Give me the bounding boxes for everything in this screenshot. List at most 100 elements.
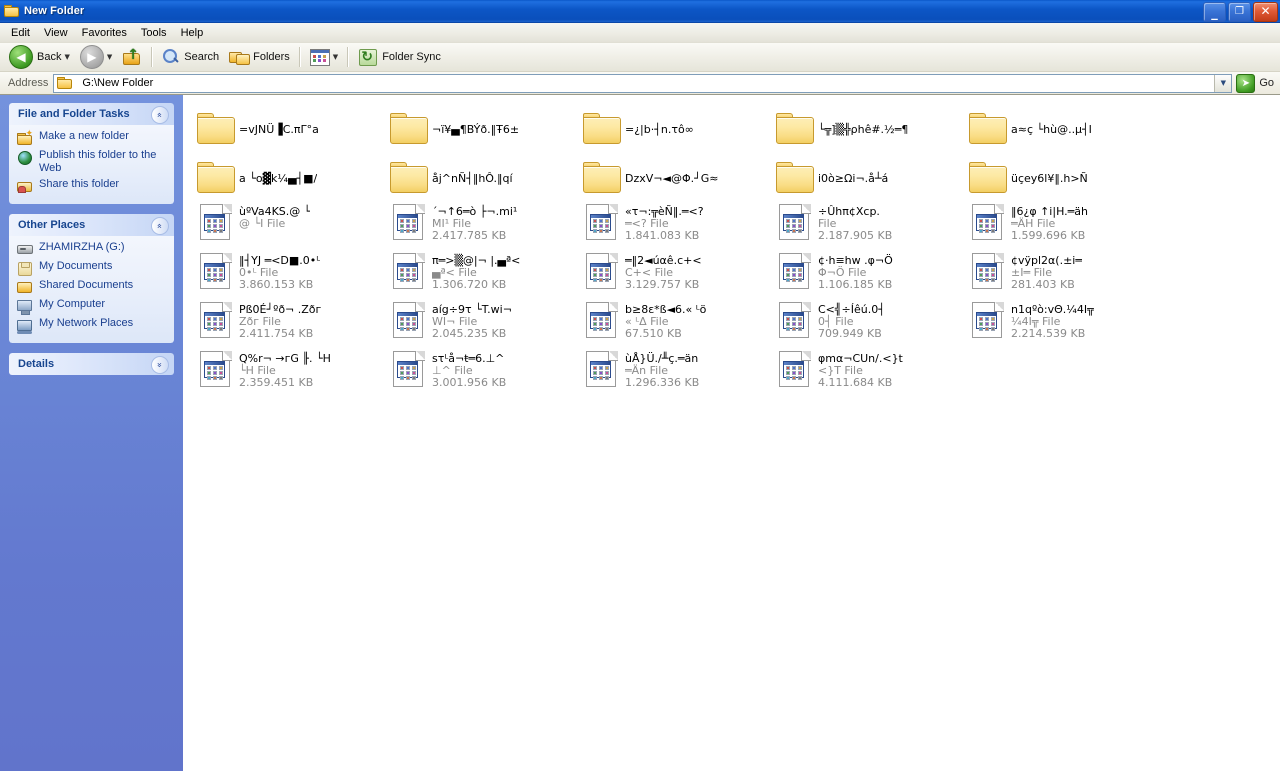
item-size: 2.359.451 KB [239, 376, 314, 389]
item-size: 2.411.754 KB [239, 327, 314, 340]
sidebar-item-label: My Computer [39, 298, 106, 310]
go-arrow-icon: ➤ [1236, 73, 1256, 93]
up-button[interactable]: ↑ [117, 44, 147, 70]
sidebar-item-label: Shared Documents [39, 279, 134, 291]
menu-view[interactable]: View [37, 26, 75, 40]
panel-header-details[interactable]: Details « [9, 353, 174, 375]
menu-tools[interactable]: Tools [134, 26, 174, 40]
address-input[interactable]: G:\New Folder ▼ [53, 73, 1233, 93]
views-button[interactable]: ▼ [305, 44, 343, 70]
menu-edit[interactable]: Edit [4, 26, 37, 40]
close-icon: ✕ [1260, 4, 1271, 18]
file-item[interactable]: Pß0É┘ºð¬ .Zðг Zðг File 2.411.754 KB [191, 299, 384, 348]
panel-file-and-folder-tasks: File and Folder Tasks » ✦ Make a new fol… [9, 103, 174, 204]
sidebar-item-publish-this-folder-to-the-web[interactable]: Publish this folder to the Web [17, 149, 166, 175]
sidebar: File and Folder Tasks » ✦ Make a new fol… [0, 95, 183, 771]
file-icon [579, 301, 625, 341]
sidebar-item-make-a-new-folder[interactable]: ✦ Make a new folder [17, 130, 166, 146]
chevron-down-icon[interactable]: « [151, 356, 169, 374]
views-icon [309, 48, 330, 66]
item-type: @ └I File [239, 217, 286, 230]
menu-favorites[interactable]: Favorites [75, 26, 134, 40]
file-icon [965, 203, 1011, 243]
window-controls: _ ❐ ✕ [1203, 2, 1278, 22]
menu-help[interactable]: Help [174, 26, 211, 40]
file-item[interactable]: ´¬↑6═ò ├¬.mi¹ MI¹ File 2.417.785 KB [384, 201, 577, 250]
folder-item[interactable]: a≈ç └hù@..µ┤I [963, 103, 1156, 152]
file-item[interactable]: ùºVa4KS.@ └ @ └I File [191, 201, 384, 250]
item-meta: =¿|b·┤n.τô∞ [625, 121, 694, 136]
item-name: DzxV¬◄@Φ.┘G≈ [625, 172, 719, 185]
forward-dropdown-icon[interactable]: ▼ [107, 53, 112, 61]
file-item[interactable]: n1qºò:vΘ.¼4I╦ ¼4I╦ File 2.214.539 KB [963, 299, 1156, 348]
file-item[interactable]: ‖┤YJ ═<D■.0•ᴸ 0•ᴸ File 3.860.153 KB [191, 250, 384, 299]
my-documents-icon [17, 260, 33, 276]
go-label: Go [1259, 77, 1274, 89]
item-meta: sτᴸå¬ŧ═6.⊥^ ⊥^ File 3.001.956 KB [432, 350, 506, 389]
go-button[interactable]: ➤ Go [1236, 73, 1274, 93]
folder-item[interactable]: üçey6l¥‖.h>Ñ [963, 152, 1156, 201]
folders-button[interactable]: Folders [224, 44, 295, 70]
folder-sync-label: Folder Sync [382, 51, 441, 63]
folder-item[interactable]: =vJNÜ▐C.πΓ°a [191, 103, 384, 152]
sidebar-item-zhamirzha-g-drive[interactable]: ZHAMIRZHA (G:) [17, 241, 166, 257]
file-item[interactable]: «τ¬:╦èÑ‖.═<? ═<? File 1.841.083 KB [577, 201, 770, 250]
file-item[interactable]: b≥8ε*ß◄6.« ᴸö « ᴸΔ File 67.510 KB [577, 299, 770, 348]
item-meta: DzxV¬◄@Φ.┘G≈ [625, 170, 718, 185]
window-title: New Folder [24, 5, 85, 17]
chevron-up-icon[interactable]: » [151, 217, 169, 235]
sidebar-item-shared-documents[interactable]: Shared Documents [17, 279, 166, 295]
item-size: 3.129.757 KB [625, 278, 700, 291]
chevron-up-icon[interactable]: » [151, 106, 169, 124]
file-item[interactable]: φmα¬CUn/.<}t <}T File 4.111.684 KB [770, 348, 963, 397]
sidebar-item-label: My Documents [39, 260, 113, 272]
folder-sync-button[interactable]: ↻ Folder Sync [353, 44, 446, 70]
item-meta: a └o▓k¼▄┤■/ [239, 170, 317, 185]
file-item[interactable]: ═‖2◄úαê.c+< C+< File 3.129.757 KB [577, 250, 770, 299]
folder-item[interactable]: DzxV¬◄@Φ.┘G≈ [577, 152, 770, 201]
file-item[interactable]: ¢vÿpl2α(.±i═ ±I═ File 281.403 KB [963, 250, 1156, 299]
minimize-button[interactable]: _ [1203, 2, 1226, 22]
search-button[interactable]: Search [157, 44, 224, 70]
address-dropdown-icon[interactable]: ▼ [1214, 74, 1232, 92]
item-meta: åj^nÑ┤‖hÔ.‖qí [432, 170, 513, 185]
file-item[interactable]: ¢·h≡hw .φ¬Ö Φ¬Ö File 1.106.185 KB [770, 250, 963, 299]
sidebar-item-my-network-places[interactable]: My Network Places [17, 317, 166, 334]
file-item[interactable]: sτᴸå¬ŧ═6.⊥^ ⊥^ File 3.001.956 KB [384, 348, 577, 397]
folder-item[interactable]: åj^nÑ┤‖hÔ.‖qí [384, 152, 577, 201]
sidebar-item-share-this-folder[interactable]: Share this folder [17, 178, 166, 194]
file-list-pane[interactable]: =vJNÜ▐C.πΓ°a ¬ï¥▄¶BÝð.‖Ŧ6± =¿|b·┤n.τô∞ └╦]▒… [183, 95, 1280, 771]
panel-header-other-places[interactable]: Other Places » [9, 214, 174, 236]
back-button[interactable]: ◀ Back ▼ [4, 44, 75, 70]
file-item[interactable]: ÷Ûhπ¢Xcp. File 2.187.905 KB [770, 201, 963, 250]
folders-label: Folders [253, 51, 290, 63]
drive-icon [17, 241, 33, 257]
item-meta: ‖6¿φ ↑i|H.═äh ═ÄH File 1.599.696 KB [1011, 203, 1088, 242]
folder-item[interactable]: =¿|b·┤n.τô∞ [577, 103, 770, 152]
file-icon [193, 350, 239, 390]
folder-icon [579, 109, 625, 149]
new-folder-icon: ✦ [17, 130, 33, 146]
sidebar-item-my-computer[interactable]: My Computer [17, 298, 166, 315]
close-button[interactable]: ✕ [1253, 2, 1278, 22]
folder-item[interactable]: i0ò≥Ωi¬.å┴á [770, 152, 963, 201]
restore-button[interactable]: ❐ [1228, 2, 1251, 22]
file-item[interactable]: ‖6¿φ ↑i|H.═äh ═ÄH File 1.599.696 KB [963, 201, 1156, 250]
sidebar-item-my-documents[interactable]: My Documents [17, 260, 166, 276]
file-item[interactable]: π═>▒@|¬ |.▄ª< ▄ª< File 1.306.720 KB [384, 250, 577, 299]
views-dropdown-icon[interactable]: ▼ [333, 53, 338, 61]
file-item[interactable]: C<╣÷Íêú.0┤ 0┤ File 709.949 KB [770, 299, 963, 348]
forward-button[interactable]: ▶ ▼ [75, 44, 117, 70]
sidebar-item-label: Publish this folder to the Web [39, 149, 157, 174]
item-meta: ¢·h≡hw .φ¬Ö Φ¬Ö File 1.106.185 KB [818, 252, 893, 291]
item-name: a └o▓k¼▄┤■/ [239, 172, 318, 185]
file-item[interactable]: ùÅ}Ü./╨ç.═än ═Än File 1.296.336 KB [577, 348, 770, 397]
back-dropdown-icon[interactable]: ▼ [64, 53, 69, 61]
panel-header-file-and-folder-tasks[interactable]: File and Folder Tasks » [9, 103, 174, 125]
folder-item[interactable]: ¬ï¥▄¶BÝð.‖Ŧ6± [384, 103, 577, 152]
file-item[interactable]: Q%r¬ →гG ╟. └H └H File 2.359.451 KB [191, 348, 384, 397]
folder-item[interactable]: └╦]▒╬ρhê#.½═¶ [770, 103, 963, 152]
file-item[interactable]: aíg÷9τ └T.wi¬ WI¬ File 2.045.235 KB [384, 299, 577, 348]
magnifier-icon [162, 48, 180, 66]
folder-item[interactable]: a └o▓k¼▄┤■/ [191, 152, 384, 201]
